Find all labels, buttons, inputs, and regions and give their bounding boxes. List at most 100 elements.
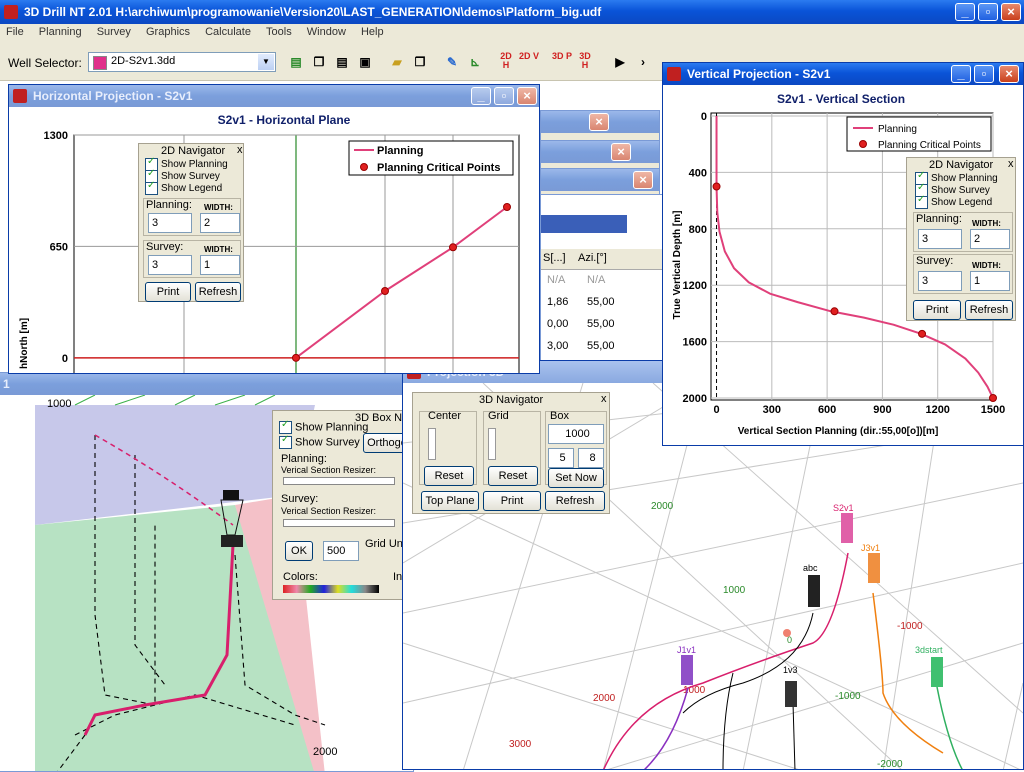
show-legend-checkbox[interactable]: Show Legend [915,194,992,209]
planning-value-stepper[interactable]: 3 [148,213,192,233]
menu-window[interactable]: Window [301,24,352,40]
set-now-button[interactable]: Set Now [548,468,604,488]
planning-width-stepper[interactable]: 2 [200,213,240,233]
table-row[interactable]: 0,00 55,00 [541,315,663,335]
grid-unit-value[interactable]: 500 [323,541,359,561]
well-label[interactable]: S2v1 [833,503,854,513]
survey-width-stepper[interactable]: 1 [970,271,1010,291]
y-tick-label: 0 [701,111,707,123]
center-reset-button[interactable]: Reset [424,466,474,486]
menu-calculate[interactable]: Calculate [199,24,257,40]
menu-file[interactable]: File [0,24,30,40]
critical-point[interactable] [989,394,997,402]
grid-reset-button[interactable]: Reset [488,466,538,486]
copy-icon[interactable]: ❐ [309,52,329,72]
grid-slider[interactable] [488,428,496,460]
minimize-button[interactable]: _ [471,87,491,105]
close-icon[interactable]: × [589,113,609,131]
table-cell: 55,00 [587,340,615,352]
play-icon[interactable]: ▶ [610,52,630,72]
box-b-input[interactable]: 8 [578,448,604,468]
refresh-button[interactable]: Refresh [195,282,241,302]
well-label[interactable]: 1v3 [783,665,798,675]
paste-icon[interactable]: ▤ [332,52,352,72]
checkbox-icon [279,419,292,434]
3d-p-icon[interactable]: 3D P [552,52,572,72]
critical-point[interactable] [918,329,927,338]
well-selector-dropdown[interactable]: 2D-S2v1.3dd ▼ [88,52,276,72]
chart-icon[interactable]: ⊾ [465,52,485,72]
minimize-button[interactable]: _ [951,65,971,83]
close-button[interactable]: × [999,65,1019,83]
new-icon[interactable]: ▤ [286,52,306,72]
box-value-input[interactable]: 1000 [548,424,604,444]
close-icon[interactable]: x [601,393,607,405]
chevron-down-icon[interactable]: ▼ [258,54,274,70]
critical-point[interactable] [381,287,389,295]
show-legend-checkbox[interactable]: Show Legend [145,180,222,195]
close-icon[interactable]: × [633,171,653,189]
well-label[interactable]: J1v1 [677,645,696,655]
top-plane-button[interactable]: Top Plane [421,491,479,511]
horizontal-projection-window[interactable]: Horizontal Projection - S2v1 _ ▫ × S2v1 … [8,84,540,374]
survey-resizer-slider[interactable] [283,519,395,527]
table-header-cell[interactable]: Azi.[°] [578,252,607,264]
copy-all-icon[interactable]: ❐ [410,52,430,72]
box-a-input[interactable]: 5 [548,448,574,468]
print-button[interactable]: Print [913,300,961,320]
critical-point[interactable] [449,243,457,252]
2d-v-icon[interactable]: 2D V [519,52,539,72]
maximize-button[interactable]: ▫ [494,87,514,105]
color-palette[interactable] [283,585,379,593]
critical-point[interactable] [503,203,511,211]
close-icon[interactable]: × [611,143,631,161]
well-label[interactable]: 3dstart [915,645,943,655]
maximize-button[interactable]: ▫ [978,3,998,21]
critical-point[interactable] [292,353,300,362]
planning-width-stepper[interactable]: 2 [970,229,1010,249]
next-icon[interactable]: › [633,52,653,72]
2d-h-icon[interactable]: 2D H [496,52,516,72]
critical-point[interactable] [712,182,721,191]
print-button[interactable]: Print [483,491,541,511]
horizontal-plane-chart[interactable]: S2v1 - Horizontal Plane 0 650 1300 hNorth … [9,107,539,373]
close-icon[interactable]: x [237,144,243,156]
critical-point[interactable] [830,307,839,316]
menu-bar: File Planning Survey Graphics Calculate … [0,24,1024,44]
save-icon[interactable]: ▣ [355,52,375,72]
table-row[interactable]: N/A N/A [541,271,663,291]
menu-graphics[interactable]: Graphics [140,24,196,40]
menu-planning[interactable]: Planning [33,24,88,40]
menu-survey[interactable]: Survey [91,24,137,40]
table-row[interactable]: 3,00 55,00 [541,337,663,357]
print-button[interactable]: Print [145,282,191,302]
survey-width-stepper[interactable]: 1 [200,255,240,275]
survey-value-stepper[interactable]: 3 [148,255,192,275]
edit-icon[interactable]: ✎ [442,52,462,72]
well-label[interactable]: J3v1 [861,543,880,553]
menu-tools[interactable]: Tools [260,24,298,40]
data-table-window[interactable]: S[...] Azi.[°] N/A N/A 1,86 55,00 0,00 5… [540,194,664,370]
minimize-button[interactable]: _ [955,3,975,21]
show-survey-checkbox[interactable]: Show Survey [279,434,360,449]
close-button[interactable]: × [1001,3,1021,21]
table-header-cell[interactable]: S[...] [543,252,566,264]
center-slider[interactable] [428,428,436,460]
survey-value-stepper[interactable]: 3 [918,271,962,291]
3d-h-icon[interactable]: 3D H [575,52,595,72]
planning-value-stepper[interactable]: 3 [918,229,962,249]
maximize-button[interactable]: ▫ [974,65,994,83]
planning-resizer-slider[interactable] [283,477,395,485]
refresh-button[interactable]: Refresh [965,300,1013,320]
open-icon[interactable]: ▰ [387,52,407,72]
y-axis-label: hNorth [m] [19,318,30,369]
show-planning-checkbox[interactable]: Show Planning [279,419,368,434]
refresh-button[interactable]: Refresh [545,491,605,511]
close-icon[interactable]: x [1008,158,1014,170]
table-row[interactable]: 1,86 55,00 [541,293,663,313]
close-button[interactable]: × [517,87,537,105]
well-label[interactable]: abc [803,563,818,573]
menu-help[interactable]: Help [355,24,390,40]
ok-button[interactable]: OK [285,541,313,561]
app-titlebar: 3D Drill NT 2.01 H:\archiwum\programowan… [0,0,1024,24]
